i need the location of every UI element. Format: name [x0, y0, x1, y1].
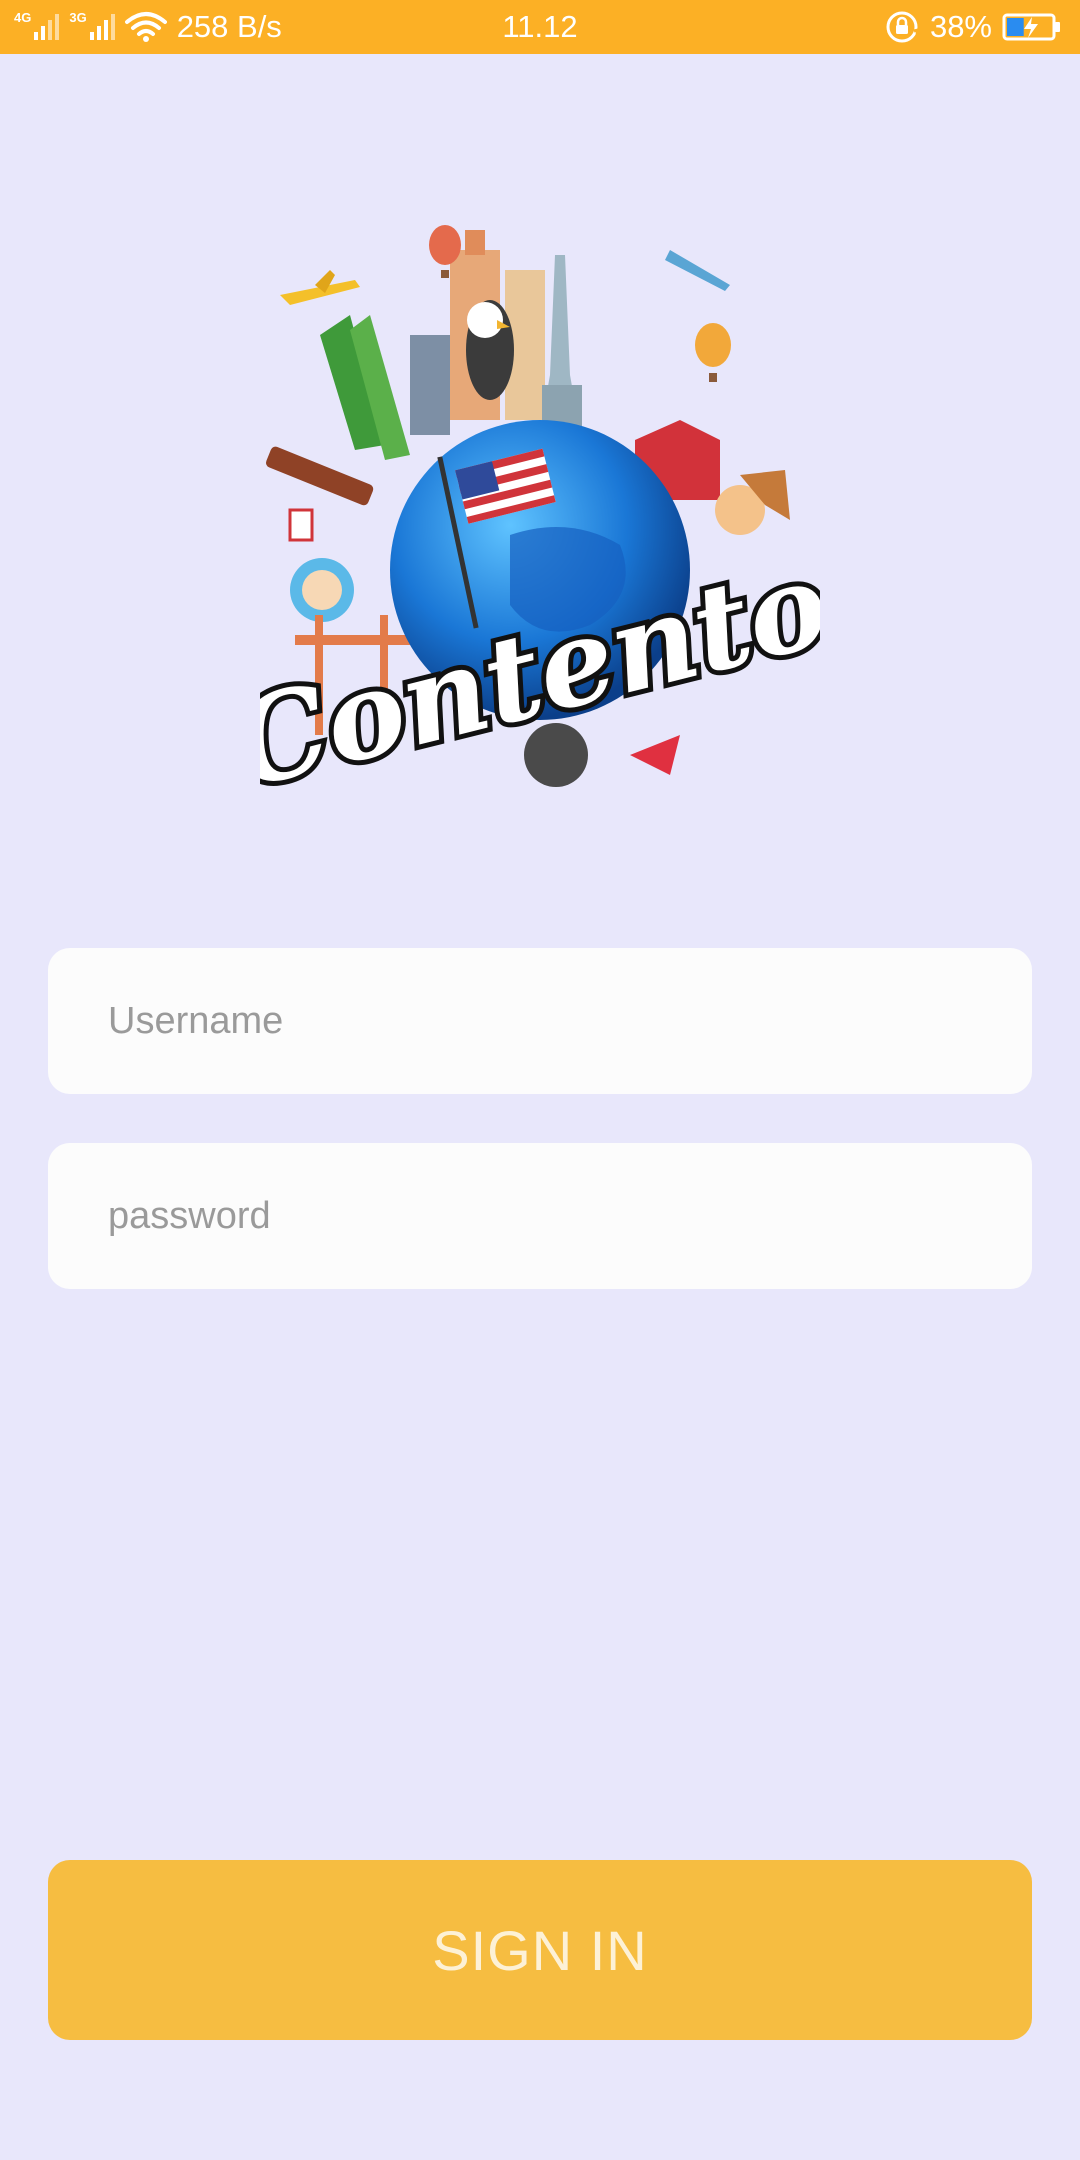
status-bar: 4G 3G 258 B/s 11.12 38% [0, 0, 1080, 54]
status-bar-left: 4G 3G 258 B/s [14, 0, 282, 54]
password-field-container[interactable] [48, 1143, 1032, 1289]
airplane-icon [665, 250, 730, 291]
oil-pump-icon [630, 735, 680, 775]
sign-in-button[interactable]: SIGN IN [48, 1860, 1032, 2040]
rotation-lock-icon [886, 11, 920, 43]
username-field-container[interactable] [48, 948, 1032, 1094]
battery-charging-icon [1002, 13, 1060, 41]
password-input[interactable] [48, 1143, 1032, 1289]
logo-illustration: Contento [214, 225, 846, 820]
wifi-icon [124, 12, 167, 42]
contento-logo: Contento [214, 215, 846, 825]
log-icon [266, 446, 374, 506]
hot-air-balloon-icon [695, 323, 731, 367]
status-bar-right: 38% [884, 0, 1062, 54]
flag-icon [288, 508, 314, 542]
hot-air-balloon-icon [429, 225, 461, 265]
clock-time: 11.12 [502, 9, 578, 44]
data-speed: 258 B/s [176, 9, 282, 44]
battery-percent: 38% [929, 9, 992, 44]
network-type-1: 4G [14, 9, 32, 25]
network-type-2: 3G [69, 9, 87, 25]
cell-signal-icon [34, 14, 60, 40]
cell-signal-icon [89, 14, 115, 40]
username-input[interactable] [48, 948, 1032, 1094]
building-icon [410, 335, 450, 435]
